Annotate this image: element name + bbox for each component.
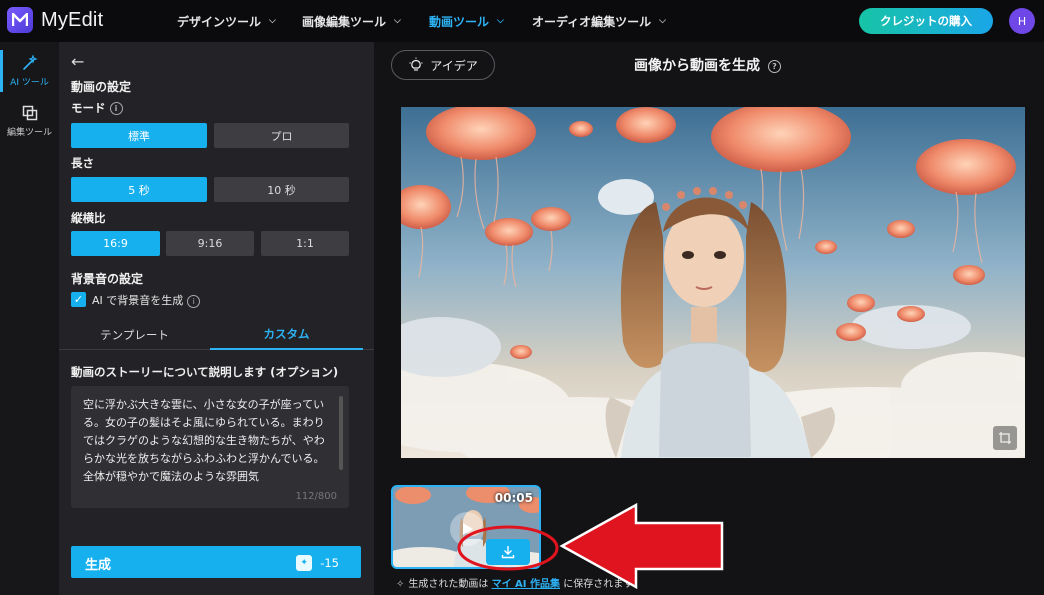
generated-video-thumbnail[interactable]: 00:05 — [391, 485, 541, 569]
video-settings-title: 動画の設定 — [71, 78, 131, 95]
length-10s-button[interactable]: 10 秒 — [214, 177, 349, 202]
mode-label-row: モード i — [71, 100, 123, 116]
aspect-16-9-button[interactable]: 16:9 — [71, 231, 160, 256]
story-text: 空に浮かぶ大きな雲に、小さな女の子が座っている。女の子の髪はそよ風にゆられている… — [83, 396, 335, 486]
save-note-suffix: に保存されます — [563, 579, 633, 590]
buy-credits-button[interactable]: クレジットの購入 — [859, 8, 993, 34]
nav-audio-edit-tools[interactable]: オーディオ編集ツール ⌵ — [532, 0, 666, 42]
info-icon[interactable]: i — [187, 295, 200, 308]
chevron-down-icon: ⌵ — [659, 16, 666, 26]
rail-item-ai-tools[interactable]: AI ツール — [0, 54, 59, 88]
app-logo[interactable]: MyEdit — [7, 7, 103, 33]
video-duration: 00:05 — [495, 491, 533, 505]
myedit-logo-icon — [7, 7, 33, 33]
story-char-count: 112/800 — [295, 491, 337, 502]
back-arrow-icon[interactable]: ← — [71, 52, 84, 71]
generate-cost: ✦ -15 — [296, 555, 339, 571]
avatar[interactable]: H — [1009, 8, 1035, 34]
girl-with-jellyfish-illustration — [401, 107, 1025, 458]
play-icon — [460, 522, 474, 536]
mode-label: モード — [71, 101, 106, 115]
bgm-checkbox-label-row: AI で背景音を生成 i — [92, 292, 200, 308]
bgm-settings-title: 背景音の設定 — [71, 270, 143, 287]
lightbulb-icon — [408, 57, 424, 73]
save-note-prefix: 生成された動画は — [408, 579, 488, 590]
save-note: ✧ 生成された動画は マイ AI 作品集 に保存されます — [396, 575, 633, 590]
preview-image — [401, 107, 1025, 458]
rail-label: 編集ツール — [7, 125, 52, 138]
nav-label: オーディオ編集ツール — [532, 13, 651, 30]
generate-button[interactable]: 生成 ✦ -15 — [71, 546, 361, 578]
settings-panel: ← 動画の設定 モードi 標準 プロ 長さ 5 秒 10 秒 縦横比 16:9 … — [59, 42, 374, 595]
page-title: 画像から動画を生成 — [634, 58, 760, 74]
aspect-label: 縦横比 — [71, 210, 106, 226]
download-icon — [501, 545, 515, 559]
story-label: 動画のストーリーについて説明します (オプション) — [71, 364, 338, 380]
main-area: アイデア 画像から動画を生成? — [374, 42, 1044, 595]
tool-rail: AI ツール 編集ツール — [0, 42, 59, 595]
chevron-down-icon: ⌵ — [394, 16, 401, 26]
sparkle-icon: ✧ — [396, 579, 404, 590]
cost-value: -15 — [320, 556, 339, 570]
download-button[interactable] — [486, 539, 530, 565]
rail-item-edit-tools[interactable]: 編集ツール — [0, 104, 59, 138]
magic-wand-icon — [21, 54, 39, 72]
help-icon[interactable]: ? — [768, 60, 781, 73]
length-label: 長さ — [71, 155, 94, 171]
page-title-row: 画像から動画を生成? — [634, 55, 781, 75]
info-icon[interactable]: i — [110, 102, 123, 115]
chevron-down-icon: ⌵ — [269, 16, 276, 26]
nav-label: 動画ツール — [429, 13, 489, 30]
rail-label: AI ツール — [10, 75, 49, 88]
story-textarea[interactable]: 空に浮かぶ大きな雲に、小さな女の子が座っている。女の子の髪はそよ風にゆられている… — [71, 386, 349, 508]
generate-label: 生成 — [85, 554, 111, 573]
tab-custom[interactable]: カスタム — [210, 320, 363, 350]
aspect-1-1-button[interactable]: 1:1 — [261, 231, 349, 256]
chevron-down-icon: ⌵ — [497, 16, 504, 26]
nav-label: デザインツール — [177, 13, 261, 30]
length-5s-button[interactable]: 5 秒 — [71, 177, 207, 202]
aspect-9-16-button[interactable]: 9:16 — [166, 231, 254, 256]
my-ai-gallery-link[interactable]: マイ AI 作品集 — [492, 579, 560, 590]
tab-template[interactable]: テンプレート — [59, 320, 210, 350]
nav-video-tools[interactable]: 動画ツール ⌵ — [429, 0, 504, 42]
crop-icon[interactable] — [993, 426, 1017, 450]
nav-image-edit-tools[interactable]: 画像編集ツール ⌵ — [302, 0, 401, 42]
app-name: MyEdit — [41, 9, 103, 32]
edit-layers-icon — [21, 104, 39, 122]
tabs: テンプレート カスタム — [59, 320, 374, 350]
mode-pro-button[interactable]: プロ — [214, 123, 349, 148]
bgm-checkbox[interactable]: ✓ — [71, 292, 86, 307]
credit-icon: ✦ — [296, 555, 312, 571]
idea-button[interactable]: アイデア — [391, 50, 495, 80]
top-bar: MyEdit デザインツール ⌵ 画像編集ツール ⌵ 動画ツール ⌵ オーディオ編集ツ… — [0, 0, 1044, 42]
story-scrollbar[interactable] — [339, 396, 343, 470]
nav-design-tools[interactable]: デザインツール ⌵ — [177, 0, 276, 42]
play-button[interactable] — [450, 512, 484, 546]
nav-label: 画像編集ツール — [302, 13, 386, 30]
mode-standard-button[interactable]: 標準 — [71, 123, 207, 148]
idea-label: アイデア — [430, 57, 477, 74]
bgm-checkbox-label: AI で背景音を生成 — [92, 294, 183, 307]
